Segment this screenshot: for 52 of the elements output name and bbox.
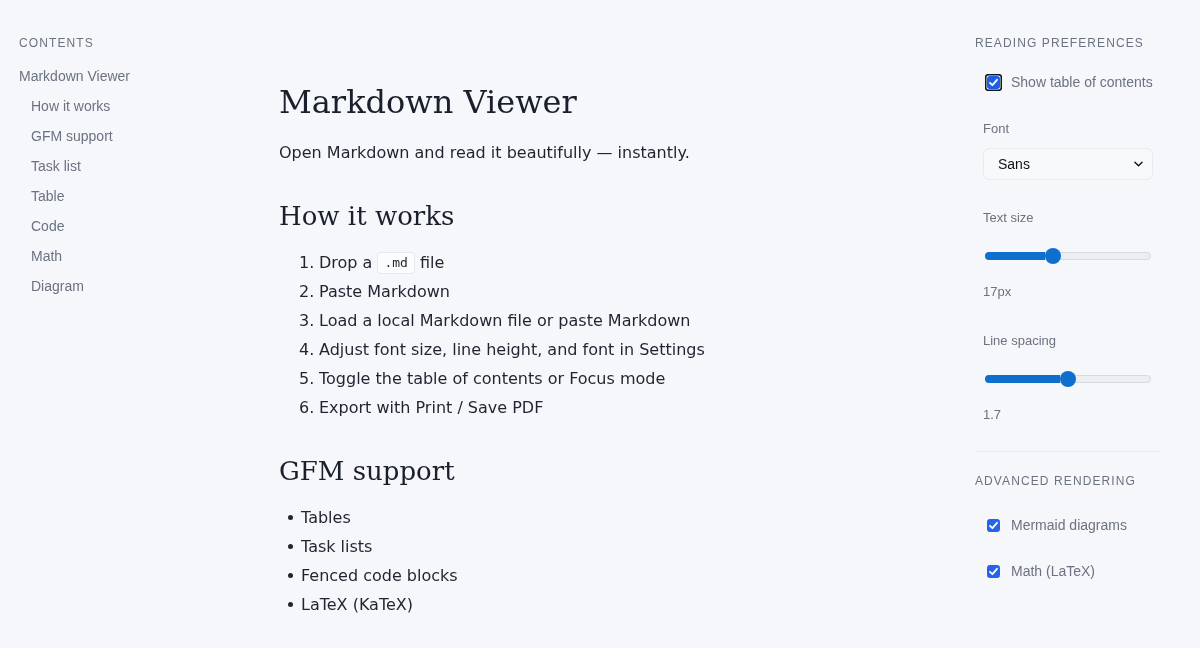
font-select[interactable]: Sans bbox=[983, 148, 1153, 180]
bullet-icon bbox=[287, 573, 293, 578]
toc-link[interactable]: Markdown Viewer bbox=[19, 61, 130, 91]
panel-heading: READING PREFERENCES bbox=[975, 35, 1144, 51]
document-title: Markdown Viewer bbox=[279, 82, 577, 123]
list-item-text: Task lists bbox=[301, 537, 373, 556]
toc-link[interactable]: Code bbox=[31, 211, 65, 241]
section-heading: How it works bbox=[279, 200, 455, 233]
slider-handle[interactable] bbox=[1060, 371, 1076, 387]
slider-value: 1.7 bbox=[983, 406, 1002, 424]
inline-code: .md bbox=[377, 251, 415, 274]
bullet-icon bbox=[287, 515, 293, 520]
toc-link[interactable]: How it works bbox=[31, 91, 111, 121]
list-item-text: Tables bbox=[301, 508, 351, 527]
checkbox[interactable] bbox=[985, 73, 1002, 91]
slider-value: 17px bbox=[983, 283, 1012, 301]
list-item-text: Fenced code blocks bbox=[301, 566, 458, 585]
list-number: 2. bbox=[299, 282, 316, 301]
list-item-text: Export with Print / Save PDF bbox=[319, 398, 544, 417]
toc-heading: CONTENTS bbox=[19, 35, 94, 51]
bullet-icon bbox=[287, 544, 293, 549]
section-heading: GFM support bbox=[279, 455, 455, 488]
slider-handle[interactable] bbox=[1045, 248, 1062, 264]
list-number: 3. bbox=[299, 311, 316, 330]
chevron-icon bbox=[1134, 161, 1143, 167]
lead-paragraph: Open Markdown and read it beautifully — instantly. bbox=[279, 142, 690, 164]
field-label: Text size bbox=[983, 209, 1034, 227]
toc-link[interactable]: Table bbox=[31, 181, 65, 211]
field-label: Font bbox=[983, 120, 1009, 138]
toc-link[interactable]: GFM support bbox=[31, 121, 113, 151]
list-item-text: Adjust font size, line height, and font in Settings bbox=[319, 340, 705, 359]
list-item-text: Toggle the table of contents or Focus mode bbox=[319, 369, 666, 388]
list-number: 4. bbox=[299, 340, 316, 359]
checkbox[interactable] bbox=[987, 564, 1000, 578]
panel-heading: ADVANCED RENDERING bbox=[975, 473, 1136, 489]
toc-link[interactable]: Math bbox=[31, 241, 63, 271]
list-number: 5. bbox=[299, 369, 316, 388]
list-item-text: LaTeX (KaTeX) bbox=[301, 595, 414, 614]
list-number: 6. bbox=[299, 398, 316, 417]
checkbox-label: Mermaid diagrams bbox=[1011, 517, 1127, 533]
toc-link[interactable]: Diagram bbox=[31, 271, 84, 301]
list-item-text: Paste Markdown bbox=[319, 282, 450, 301]
toc-link[interactable]: Task list bbox=[31, 151, 81, 181]
field-label: Line spacing bbox=[983, 332, 1056, 350]
list-item-text: Load a local Markdown file or paste Markdown bbox=[319, 311, 691, 330]
list-item-text: file bbox=[419, 253, 445, 272]
list-number: 1. bbox=[299, 253, 316, 272]
checkbox-label: Math (LaTeX) bbox=[1011, 563, 1096, 579]
checkbox[interactable] bbox=[987, 518, 1000, 532]
list-item-text: Drop a bbox=[319, 253, 373, 272]
checkbox-label: Show table of contents bbox=[1011, 74, 1153, 90]
bullet-icon bbox=[287, 602, 293, 607]
